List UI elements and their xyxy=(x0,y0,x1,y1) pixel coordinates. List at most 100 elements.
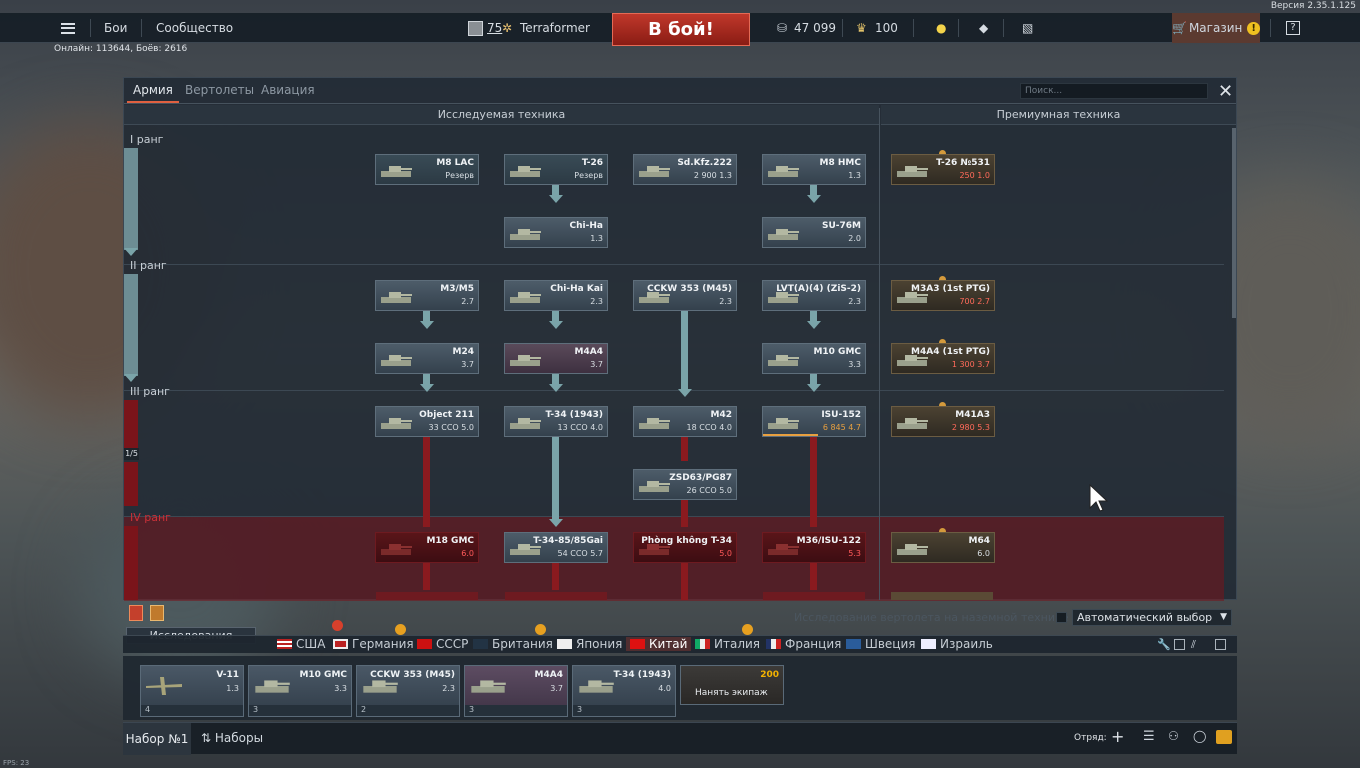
shop-label: Магазин xyxy=(1188,21,1243,35)
lightbulb-icon[interactable]: ● xyxy=(936,13,946,43)
vehicle-card-cckw-353[interactable]: CCKW 353 (M45) 2.3 xyxy=(633,280,737,311)
premium-card-m4a4-1st-ptg[interactable]: M4A4 (1st PTG) 1 300 3.7 xyxy=(891,343,995,374)
auto-select-dropdown[interactable]: Автоматический выбор ▼ xyxy=(1072,609,1232,626)
tank-icon xyxy=(639,166,670,177)
preset-1-tab[interactable]: Набор №1 xyxy=(123,723,191,755)
premium-card-m41a3[interactable]: M41A3 2 980 5.3 xyxy=(891,406,995,437)
vehicle-card-sd-kfz-222[interactable]: Sd.Kfz.222 2 900 1.3 xyxy=(633,154,737,185)
crew-slot-2[interactable]: M10 GMC 3.3 3 xyxy=(248,665,352,717)
vehicle-card-m42[interactable]: M42 18 CCO 4.0 xyxy=(633,406,737,437)
premium-card-m64[interactable]: M64 6.0 xyxy=(891,532,995,563)
scrollbar[interactable] xyxy=(1232,128,1236,318)
shield-badge-icon[interactable] xyxy=(129,605,143,621)
shield-badge-icon[interactable] xyxy=(150,605,164,621)
tank-icon xyxy=(381,418,412,429)
fps-counter: FPS: 23 xyxy=(3,759,30,767)
tab-nation-sweden[interactable]: Швеция xyxy=(846,637,915,651)
tab-nation-china[interactable]: Китай xyxy=(626,637,692,651)
crew-slot-1[interactable]: V-11 1.3 4 xyxy=(140,665,244,717)
tank-icon xyxy=(897,166,928,177)
tank-icon xyxy=(510,355,541,366)
crew-slot-4[interactable]: M4A4 3.7 3 xyxy=(464,665,568,717)
chat-icon[interactable]: ◯ xyxy=(1193,729,1206,743)
vehicle-card-t-34-1943[interactable]: T-34 (1943) 13 CCO 4.0 xyxy=(504,406,608,437)
wrench-icon[interactable]: 🔧 xyxy=(1157,638,1171,651)
vehicle-card-m24[interactable]: M24 3.7 xyxy=(375,343,479,374)
crew-slots: V-11 1.3 4 M10 GMC 3.3 3 CCKW 353 (M45) 2.3 2 … xyxy=(123,656,1237,720)
tab-army[interactable]: Армия xyxy=(127,83,179,103)
tank-icon xyxy=(510,229,541,240)
vehicle-card-object-211[interactable]: Object 211 33 CCO 5.0 xyxy=(375,406,479,437)
mouse-cursor-icon xyxy=(1089,484,1109,512)
tank-icon xyxy=(768,544,799,555)
vehicle-card-phong-khong-t-34[interactable]: Phòng không T-34 5.0 xyxy=(633,532,737,563)
tab-nation-france[interactable]: Франция xyxy=(766,637,841,651)
vehicle-card-m18-gmc[interactable]: M18 GMC 6.0 xyxy=(375,532,479,563)
vehicle-card-zsd63[interactable]: ZSD63/PG87 26 CCO 5.0 xyxy=(633,469,737,500)
menu-icon[interactable] xyxy=(61,13,75,43)
premium-card-m3a3[interactable]: M3A3 (1st PTG) 700 2.7 xyxy=(891,280,995,311)
vehicle-card-t-26[interactable]: T-26 Резерв xyxy=(504,154,608,185)
nation-tabs: США Германия СССР Британия Япония Китай … xyxy=(123,635,1237,653)
tab-nation-ussr[interactable]: СССР xyxy=(417,637,468,651)
tab-nation-japan[interactable]: Япония xyxy=(557,637,622,651)
diamond-icon[interactable]: ◆ xyxy=(979,13,988,43)
tank-icon xyxy=(510,418,541,429)
tank-icon xyxy=(381,544,412,555)
vehicle-card-m10-gmc[interactable]: M10 GMC 3.3 xyxy=(762,343,866,374)
help-icon[interactable]: ? xyxy=(1286,13,1300,43)
ammo-icon[interactable]: ⫽ xyxy=(1191,638,1196,652)
vehicle-card-chi-ha-kai[interactable]: Chi-Ha Kai 2.3 xyxy=(504,280,608,311)
tank-icon xyxy=(768,418,799,429)
tab-helicopters[interactable]: Вертолеты xyxy=(185,83,254,97)
vehicle-card-su-76m[interactable]: SU-76M 2.0 xyxy=(762,217,866,248)
tank-icon xyxy=(255,680,290,693)
tank-icon xyxy=(639,481,670,492)
gold-icon: ♛ xyxy=(856,21,867,35)
tank-icon xyxy=(768,229,799,240)
search-input[interactable]: Поиск... xyxy=(1020,83,1208,99)
helicopter-research-checkbox[interactable] xyxy=(1056,612,1067,623)
tank-icon xyxy=(768,355,799,366)
vehicle-card-m3-m5[interactable]: M3/M5 2.7 xyxy=(375,280,479,311)
hire-crew-slot[interactable]: 200 Нанять экипаж xyxy=(680,665,784,705)
vehicle-card-t-34-85[interactable]: T-34-85/85Gai 54 CCO 5.7 xyxy=(504,532,608,563)
shop-button[interactable]: 🛒 Магазин ! xyxy=(1172,13,1260,43)
repair-checkbox[interactable] xyxy=(1174,639,1185,650)
vehicle-card-isu-152[interactable]: ISU-152 6 845 4.7 xyxy=(762,406,866,437)
ticket-icon[interactable]: ▧ xyxy=(1022,13,1033,43)
crew-slot-3[interactable]: CCKW 353 (M45) 2.3 2 xyxy=(356,665,460,717)
player-avatar[interactable] xyxy=(468,13,483,43)
plane-icon xyxy=(146,677,182,695)
vehicle-card-m8-hmc[interactable]: M8 HMC 1.3 xyxy=(762,154,866,185)
to-battle-button[interactable]: В бой! xyxy=(612,13,750,46)
player-name[interactable]: Terraformer xyxy=(520,13,590,43)
menu-community[interactable]: Сообщество xyxy=(156,13,233,43)
menu-battles[interactable]: Бои xyxy=(104,13,127,43)
gold-balance: 100 xyxy=(875,21,898,35)
vehicle-card-m36-isu-122[interactable]: M36/ISU-122 5.3 xyxy=(762,532,866,563)
tab-nation-germany[interactable]: Германия xyxy=(333,637,414,651)
tab-nation-britain[interactable]: Британия xyxy=(473,637,553,651)
presets-button[interactable]: ⇅ Наборы xyxy=(201,731,263,745)
vehicle-card-m8-lac[interactable]: M8 LAC Резерв xyxy=(375,154,479,185)
add-squad-icon[interactable]: + xyxy=(1111,727,1124,746)
ammo-checkbox[interactable] xyxy=(1215,639,1226,650)
tank-icon xyxy=(510,292,541,303)
tab-nation-usa[interactable]: США xyxy=(277,637,325,651)
vehicle-card-lvt-a-4[interactable]: LVT(A)(4) (ZiS-2) 2.3 xyxy=(762,280,866,311)
tab-nation-italy[interactable]: Италия xyxy=(695,637,760,651)
tab-nation-israel[interactable]: Израиль xyxy=(921,637,993,651)
silver-icon: ⛁ xyxy=(777,21,788,35)
close-icon[interactable]: ✕ xyxy=(1218,81,1233,102)
cart-icon: 🛒 xyxy=(1172,21,1187,35)
premium-card-t-26-531[interactable]: T-26 №531 250 1.0 xyxy=(891,154,995,185)
crew-slot-5[interactable]: T-34 (1943) 4.0 3 xyxy=(572,665,676,717)
tab-aviation[interactable]: Авиация xyxy=(261,83,315,97)
vehicle-card-m4a4[interactable]: M4A4 3.7 xyxy=(504,343,608,374)
list-icon[interactable]: ☰ xyxy=(1143,729,1155,744)
friends-icon[interactable]: ⚇ xyxy=(1168,729,1179,743)
mail-icon[interactable] xyxy=(1216,730,1232,744)
research-toolbar: Исследования xyxy=(123,600,1237,644)
vehicle-card-chi-ha[interactable]: Chi-Ha 1.3 xyxy=(504,217,608,248)
